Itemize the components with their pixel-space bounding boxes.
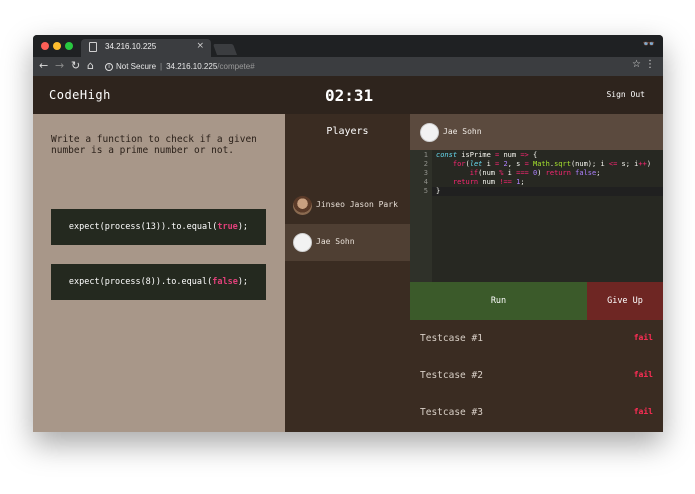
forward-icon[interactable]: → [55, 59, 64, 72]
home-icon[interactable]: ⌂ [87, 59, 94, 72]
avatar [420, 123, 439, 142]
expectation-value: true [217, 222, 238, 232]
active-line-highlight [432, 187, 663, 196]
testcase-name: Testcase #2 [420, 370, 483, 381]
testcase-status: fail [633, 333, 653, 342]
editor-header: Jae Sohn [410, 114, 663, 150]
info-icon[interactable]: i [105, 62, 113, 71]
incognito-icon: 👓 [642, 39, 655, 50]
expectation-prefix: expect(process(13)).to.equal( [68, 222, 218, 232]
url-path: /compete# [217, 62, 255, 71]
code-line: if(num % i === 0) return false; [469, 169, 601, 177]
line-number: 5 [423, 187, 428, 195]
testcase-row: Testcase #1 fail [410, 320, 663, 357]
app-header: CodeHigh 02:31 Sign Out [33, 76, 663, 114]
give-up-button[interactable]: Give Up [587, 282, 663, 320]
problem-panel: Write a function to check if a given num… [33, 114, 285, 432]
editor-owner-name: Jae Sohn [443, 127, 482, 136]
security-label: Not Secure [116, 62, 157, 71]
menu-icon[interactable]: ⋮ [645, 59, 655, 70]
tab-title: 34.216.10.225 [105, 42, 157, 51]
code-line: } [436, 187, 441, 195]
countdown-timer: 02:31 [325, 86, 374, 105]
expectation-suffix: ); [237, 222, 249, 232]
players-title: Players [326, 126, 369, 137]
testcase-row: Testcase #2 fail [410, 357, 663, 394]
expectation-suffix: ); [237, 277, 249, 287]
url-separator: | [160, 62, 163, 71]
code-editor[interactable]: 1 2 3 4 5 const isPrime = num => { for(l… [410, 150, 663, 282]
avatar [293, 233, 312, 252]
address-bar: ← → ↻ ⌂ i Not Secure | 34.216.10.225/compet… [33, 57, 663, 76]
avatar [293, 196, 312, 215]
player-name: Jae Sohn [316, 237, 355, 246]
browser-window: 34.216.10.225 × 👓 ← → ↻ ⌂ i Not Secure | 34… [33, 35, 663, 432]
sign-out-link[interactable]: Sign Out [606, 90, 645, 99]
player-name: Jinseo Jason Park [316, 200, 398, 209]
url-host: 34.216.10.225 [166, 62, 218, 71]
code-line: for(let i = 2, s = Math.sqrt(num); i <= … [452, 160, 652, 168]
minimize-window-button[interactable] [53, 42, 61, 50]
line-number: 1 [423, 151, 428, 159]
player-item[interactable]: Jinseo Jason Park [285, 187, 410, 224]
testcase-name: Testcase #3 [420, 407, 483, 418]
app-logo[interactable]: CodeHigh [49, 88, 111, 102]
expectation-value: false [212, 277, 238, 287]
line-number: 3 [423, 169, 428, 177]
reload-icon[interactable]: ↻ [71, 59, 80, 72]
close-window-button[interactable] [41, 42, 49, 50]
testcase-status: fail [633, 370, 653, 379]
line-number: 2 [423, 160, 428, 168]
expectation-prefix: expect(process(8)).to.equal( [68, 277, 213, 287]
page-icon [89, 42, 97, 52]
editor-column: Jae Sohn 1 2 3 4 5 const isPrime = num =… [410, 114, 663, 432]
new-tab-button[interactable] [212, 44, 238, 55]
players-panel: Players Jinseo Jason Park Jae Sohn [285, 114, 410, 432]
tab-close-icon[interactable]: × [196, 41, 204, 51]
testcase-status: fail [633, 407, 653, 416]
tab-bar: 34.216.10.225 × 👓 [33, 35, 663, 57]
maximize-window-button[interactable] [65, 42, 73, 50]
bookmark-star-icon[interactable]: ☆ [632, 59, 641, 70]
code-line: return num !== 1; [452, 178, 525, 186]
problem-prompt: Write a function to check if a given num… [51, 134, 257, 156]
player-item[interactable]: Jae Sohn [285, 224, 410, 261]
run-button[interactable]: Run [410, 282, 587, 320]
testcase-row: Testcase #3 fail [410, 394, 663, 431]
browser-tab[interactable]: 34.216.10.225 × [81, 39, 211, 57]
back-icon[interactable]: ← [39, 59, 48, 72]
code-line: const isPrime = num => { [436, 151, 538, 159]
expectation-1: expect(process(13)).to.equal(true); [51, 209, 266, 245]
expectation-2: expect(process(8)).to.equal(false); [51, 264, 266, 300]
testcase-name: Testcase #1 [420, 333, 483, 344]
line-number: 4 [423, 178, 428, 186]
url-field[interactable]: i Not Secure | 34.216.10.225/compete# [105, 60, 643, 74]
